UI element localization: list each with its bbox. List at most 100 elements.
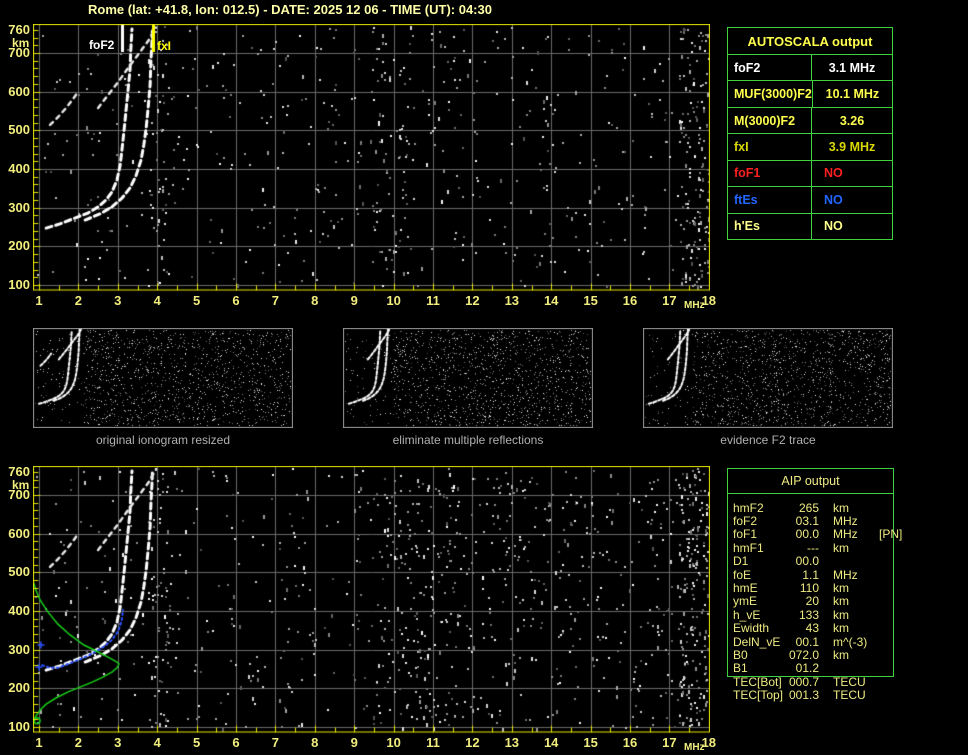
aip-param: TEC[Bot] — [733, 674, 782, 689]
bottom-x-tick-label: 4 — [153, 735, 161, 750]
autoscala-param: ftEs — [728, 187, 812, 213]
bottom-y-tick-label: 600 — [8, 525, 30, 541]
aip-table: AIP output hmF2 265 km foF2 03.1 MHz foF1 00.0 M… — [727, 468, 902, 703]
aip-row: hmE 110 km — [727, 581, 927, 596]
aip-val: --- — [807, 540, 819, 555]
autoscala-param: fxI — [728, 134, 812, 160]
top-x-tick-label: 17 — [662, 293, 677, 308]
top-y-tick-label: 400 — [8, 160, 30, 176]
bottom-x-tick-label: 5 — [192, 735, 201, 750]
bottom-x-tick-label: 18 — [701, 735, 717, 750]
autoscala-value: 10.1 MHz — [825, 87, 880, 102]
bottom-ionogram-canvas — [33, 466, 710, 734]
bottom-x-tick-label: 7 — [271, 735, 279, 750]
panel-original-ionogram-canvas — [33, 328, 293, 428]
top-y-tick-label: 500 — [8, 122, 30, 138]
aip-val: 00.0 — [795, 527, 819, 542]
autoscala-row: foF1 NO — [728, 159, 892, 187]
autoscala-value: 3.9 MHz — [828, 139, 876, 154]
aip-row: ymE 20 km — [727, 594, 927, 609]
aip-param: ymE — [733, 594, 757, 609]
autoscala-value: NO — [824, 219, 843, 234]
bottom-y-tick-label: 400 — [8, 602, 30, 618]
aip-param: h_vE — [733, 607, 761, 622]
top-y-tick-label: 760 — [8, 21, 30, 37]
top-x-tick-label: 4 — [153, 293, 161, 308]
top-y-tick-label: 300 — [8, 199, 30, 215]
autoscala-table: AUTOSCALA output foF2 3.1 MHz MUF(3000)F2 1… — [727, 27, 893, 240]
bottom-x-tick-label: 17 — [662, 735, 677, 750]
top-x-tick-label: 7 — [271, 293, 279, 308]
aip-val: 265 — [798, 500, 819, 515]
top-x-tick-label: 13 — [504, 293, 520, 308]
panel-eliminate-reflections-canvas — [343, 328, 593, 428]
bottom-x-tick-label: 10 — [386, 735, 401, 750]
aip-val: 133 — [798, 607, 819, 622]
aip-unit: MHz — [833, 527, 858, 542]
top-x-tick-label: 5 — [192, 293, 201, 308]
top-x-tick-label: 6 — [232, 293, 240, 308]
aip-unit: km — [833, 500, 849, 515]
aip-val: 000.7 — [788, 674, 819, 689]
bottom-x-tick-label: 15 — [583, 735, 598, 750]
aip-param: Ewidth — [733, 621, 770, 636]
top-x-tick-label: 16 — [622, 293, 638, 308]
aip-val: 43 — [805, 621, 819, 636]
fxi-marker-label: fxI — [157, 39, 172, 53]
autoscala-row: h'Es NO — [728, 212, 892, 239]
aip-row: h_vE 133 km — [727, 607, 927, 622]
aip-row: D1 00.0 — [727, 554, 927, 569]
aip-val: 072.0 — [788, 648, 819, 662]
autoscala-param: foF1 — [728, 160, 812, 187]
aip-val: 001.3 — [788, 688, 820, 703]
bottom-y-tick-label: 700 — [8, 486, 30, 502]
autoscala-screen: Rome (lat: +41.8, lon: 012.5) - DATE: 20… — [0, 0, 968, 755]
aip-param: D1 — [733, 554, 749, 569]
top-y-tick-label: 100 — [8, 277, 30, 292]
aip-row: Ewidth 43 km — [727, 621, 927, 636]
bottom-x-tick-label: 3 — [114, 735, 122, 750]
autoscala-table-header: AUTOSCALA output — [747, 33, 873, 49]
bottom-x-tick-label: 2 — [74, 735, 82, 750]
autoscala-row: foF2 3.1 MHz — [728, 54, 892, 81]
fof2-marker-label: foF2 — [89, 38, 115, 52]
aip-param: TEC[Top] — [733, 688, 784, 703]
aip-unit: km — [833, 581, 849, 596]
aip-unit: km — [833, 648, 849, 662]
top-x-tick-label: 9 — [350, 293, 358, 308]
aip-param: foF2 — [733, 514, 758, 529]
autoscala-row: MUF(3000)F2 10.1 MHz — [728, 80, 892, 107]
autoscala-value: NO — [824, 192, 843, 207]
aip-param: DelN_vE — [733, 634, 781, 649]
aip-val: 00.0 — [795, 554, 819, 569]
bottom-y-tick-label: 300 — [8, 641, 30, 657]
autoscala-value: NO — [824, 166, 843, 181]
top-x-tick-label: 3 — [114, 293, 122, 308]
aip-param: foF1 — [733, 527, 758, 542]
autoscala-value: 3.26 — [839, 113, 865, 128]
aip-row: foF1 00.0 MHz [PN] — [727, 527, 927, 542]
aip-val: 03.1 — [795, 514, 819, 529]
aip-unit: km — [833, 540, 849, 555]
bottom-x-tick-label: 11 — [426, 735, 440, 750]
bottom-x-tick-label: 12 — [465, 735, 480, 750]
bottom-x-tick-label: 6 — [232, 735, 240, 750]
aip-param: foE — [733, 567, 752, 582]
aip-param: hmF2 — [733, 500, 764, 515]
panel-evidence-f2-canvas — [643, 328, 893, 428]
bottom-x-tick-label: 1 — [35, 735, 43, 750]
aip-val: 20 — [805, 594, 819, 609]
aip-note: [PN] — [879, 527, 903, 542]
bottom-y-tick-label: 760 — [8, 463, 30, 479]
aip-unit: km — [833, 594, 849, 609]
autoscala-row: ftEs NO — [728, 186, 892, 213]
aip-unit: MHz — [833, 567, 858, 582]
top-x-tick-label: 12 — [465, 293, 480, 308]
aip-val: 00.1 — [795, 634, 819, 649]
bottom-x-tick-label: 14 — [543, 735, 559, 750]
bottom-x-tick-label: 13 — [504, 735, 520, 750]
top-x-tick-label: 18 — [701, 293, 717, 308]
top-x-tick-label: 15 — [583, 293, 598, 308]
aip-unit: TECU — [833, 688, 866, 703]
bottom-y-tick-label: 200 — [8, 680, 30, 696]
